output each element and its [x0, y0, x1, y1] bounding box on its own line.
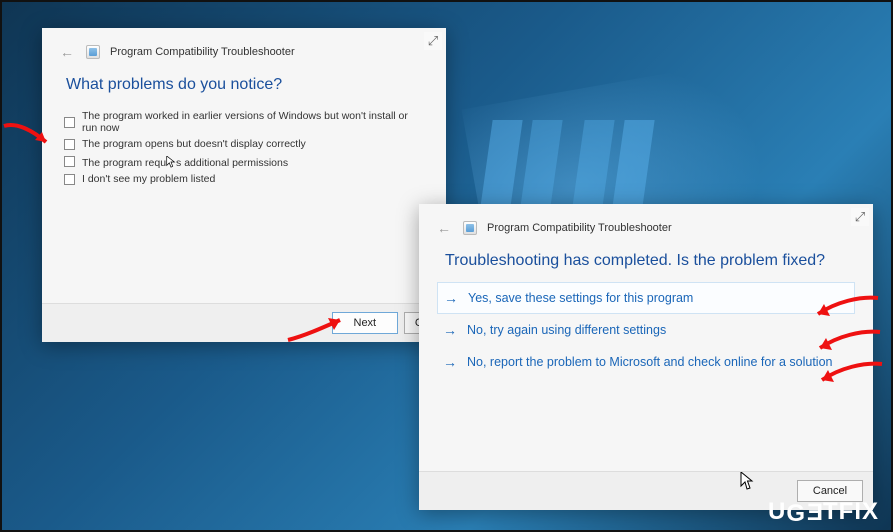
image-frame — [0, 0, 893, 532]
watermark: UGETFIX — [768, 498, 879, 526]
